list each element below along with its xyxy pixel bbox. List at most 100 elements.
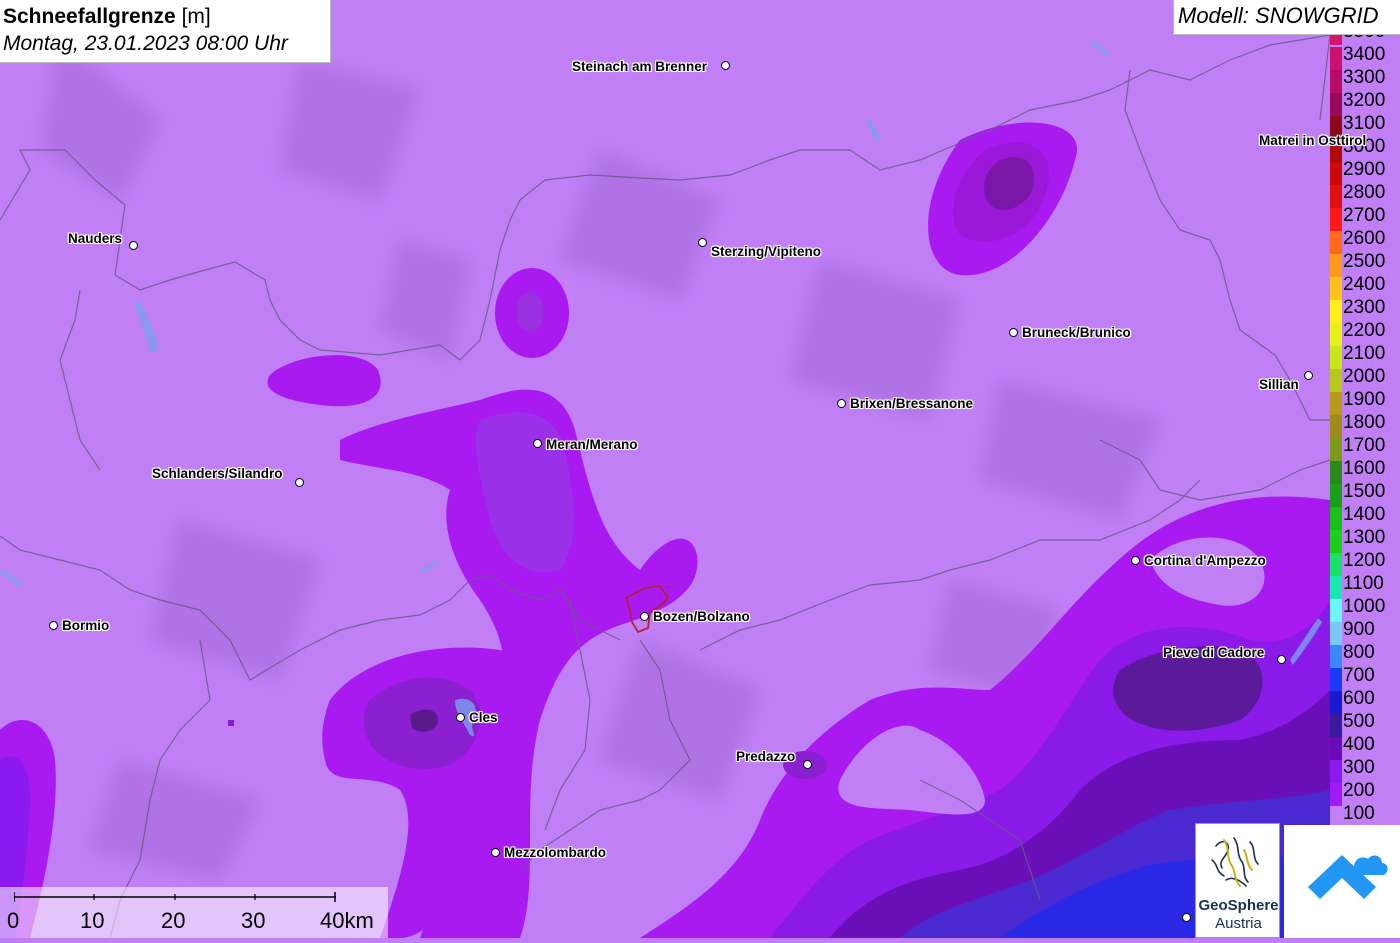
scale-bar: [14, 892, 336, 902]
legend-swatch: [1330, 300, 1342, 323]
weather-arrow-icon: [1308, 855, 1388, 899]
legend-swatch: [1330, 461, 1342, 484]
city-label: Cortina d'Ampezzo: [1144, 553, 1266, 568]
map-title: Schneefallgrenze [m]: [3, 3, 330, 30]
city-marker-icon[interactable]: [1182, 913, 1191, 922]
city-label: Meran/Merano: [546, 437, 638, 452]
legend-label: 1400: [1343, 504, 1386, 525]
legend-swatch: [1330, 415, 1342, 438]
legend-swatch: [1330, 691, 1342, 714]
city-label: Mezzolombardo: [504, 845, 607, 860]
color-legend: 3500340033003200310030002900280027002600…: [1330, 35, 1400, 825]
legend-label: 400: [1343, 734, 1375, 755]
small-marker: [228, 720, 234, 726]
city-marker-icon[interactable]: [295, 478, 304, 487]
legend-label: 3500: [1343, 35, 1385, 42]
legend-swatch: [1330, 622, 1342, 645]
legend-swatch: [1330, 208, 1342, 231]
city-label: Steinach am Brenner: [572, 59, 708, 74]
scale-label-40km: 40km: [320, 908, 374, 933]
legend-swatch: [1330, 323, 1342, 346]
legend-swatch: [1330, 484, 1342, 507]
map-title-text: Schneefallgrenze: [3, 5, 176, 28]
legend-swatch: [1330, 530, 1342, 553]
legend-label: 700: [1343, 665, 1375, 686]
legend-label: 3100: [1343, 113, 1386, 134]
legend-label: 1600: [1343, 458, 1386, 479]
legend-swatch: [1330, 346, 1342, 369]
city-marker-icon[interactable]: [1277, 655, 1286, 664]
city-marker-icon[interactable]: [533, 439, 542, 448]
legend-swatch: [1330, 185, 1342, 208]
legend-swatch: [1330, 70, 1342, 93]
city-label: Pieve di Cadore: [1163, 645, 1265, 660]
legend-swatch: [1330, 714, 1342, 737]
legend-swatch: [1330, 576, 1342, 599]
legend-swatch: [1330, 35, 1342, 45]
city-label: Matrei in Osttirol: [1259, 133, 1367, 148]
city-marker-icon[interactable]: [456, 713, 465, 722]
legend-label: 1200: [1343, 550, 1386, 571]
legend-swatch: [1330, 737, 1342, 760]
legend-label: 2000: [1343, 366, 1386, 387]
legend-label: 2200: [1343, 320, 1386, 341]
city-label: Schlanders/Silandro: [152, 466, 283, 481]
geosphere-emblem-icon: [1211, 837, 1259, 887]
legend-label: 1000: [1343, 596, 1386, 617]
city-marker-icon[interactable]: [721, 61, 730, 70]
scale-label-10: 10: [80, 908, 105, 933]
city-marker-icon[interactable]: [803, 760, 812, 769]
legend-swatch: [1330, 392, 1342, 415]
legend-label: 3300: [1343, 67, 1386, 88]
legend-label: 2800: [1343, 182, 1386, 203]
legend-swatch: [1330, 507, 1342, 530]
city-marker-icon[interactable]: [1009, 328, 1018, 337]
city-marker-icon[interactable]: [1131, 556, 1140, 565]
legend-swatch: [1330, 277, 1342, 300]
city-label: Brixen/Bressanone: [850, 396, 974, 411]
city-label: Bozen/Bolzano: [653, 609, 750, 624]
legend-swatch: [1330, 231, 1342, 254]
weather-app-logo[interactable]: [1284, 825, 1400, 938]
legend-swatch: [1330, 599, 1342, 622]
city-marker-icon[interactable]: [640, 612, 649, 621]
city-marker-icon[interactable]: [129, 241, 138, 250]
legend-swatch: [1330, 47, 1342, 70]
legend-swatch: [1330, 668, 1342, 691]
legend-label: 300: [1343, 757, 1375, 778]
legend-swatch: [1330, 553, 1342, 576]
city-label: Bormio: [62, 618, 110, 633]
legend-label: 2100: [1343, 343, 1386, 364]
city-marker-icon[interactable]: [837, 399, 846, 408]
legend-swatch: [1330, 438, 1342, 461]
geosphere-logo[interactable]: GeoSphere Austria: [1195, 823, 1280, 938]
map-timestamp: Montag, 23.01.2023 08:00 Uhr: [3, 32, 288, 55]
city-marker-icon[interactable]: [49, 621, 58, 630]
legend-swatch: [1330, 93, 1342, 116]
legend-label: 1800: [1343, 412, 1386, 433]
legend-label: 1900: [1343, 389, 1386, 410]
city-label: Sterzing/Vipiteno: [711, 244, 822, 259]
legend-swatch: [1330, 369, 1342, 392]
legend-label: 3400: [1343, 44, 1386, 65]
legend-label: 600: [1343, 688, 1375, 709]
legend-label: 3200: [1343, 90, 1386, 111]
legend-swatch: [1330, 645, 1342, 668]
legend-label: 200: [1343, 780, 1375, 801]
legend-label: 500: [1343, 711, 1375, 732]
legend-label: 900: [1343, 619, 1375, 640]
legend-swatch: [1330, 806, 1342, 825]
legend-label: 800: [1343, 642, 1375, 663]
legend-swatch: [1330, 162, 1342, 185]
legend-label: 1700: [1343, 435, 1386, 456]
logo-line-1: GeoSphere: [1198, 897, 1279, 914]
city-marker-icon[interactable]: [1304, 371, 1313, 380]
legend-swatch: [1330, 254, 1342, 277]
legend-label: 1500: [1343, 481, 1386, 502]
logo-line-2: Austria: [1215, 915, 1262, 932]
legend-label: 1300: [1343, 527, 1386, 548]
legend-label: 2300: [1343, 297, 1386, 318]
city-marker-icon[interactable]: [698, 238, 707, 247]
city-marker-icon[interactable]: [491, 848, 500, 857]
city-label: Nauders: [68, 231, 123, 246]
